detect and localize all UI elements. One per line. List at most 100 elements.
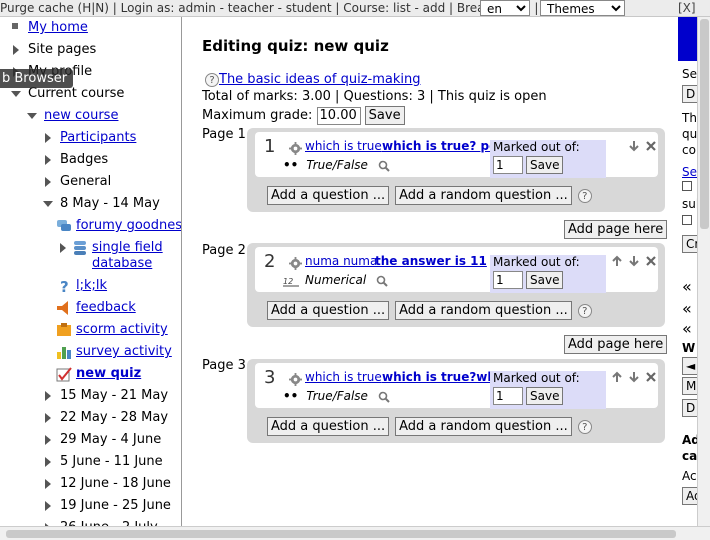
add-question-button[interactable]: Add a question ... [267,186,390,205]
help-icon[interactable]: ? [577,188,592,203]
help-icon[interactable]: ? [577,419,592,434]
nav-week-label: 15 May - 21 May [60,388,169,403]
nav-activity-label[interactable]: feedback [76,297,136,319]
mark-save-button[interactable]: Save [526,271,564,289]
mark-input[interactable] [493,387,523,405]
expand-icon[interactable] [60,243,66,253]
marked-out-label: Marked out of: [493,255,580,269]
nav-week-label: 12 June - 18 June [60,476,171,491]
nav-site-pages-label: Site pages [28,42,97,57]
add-question-button[interactable]: Add a question ... [267,301,390,320]
block-fragment[interactable]: « [682,299,692,318]
block-fragment[interactable]: « [682,319,692,338]
nav-week-label: 8 May - 14 May [60,196,160,211]
max-grade-input[interactable] [316,106,361,125]
question-type-label: True/False [306,158,368,172]
nav-my-home-link[interactable]: My home [28,17,88,39]
expand-icon[interactable] [45,479,51,489]
nav-activity-label[interactable]: forumy goodness [76,215,181,237]
top-admin-bar: Purge cache (H|N) | Login as: admin - te… [0,0,710,17]
help-icon[interactable]: ? [205,72,219,87]
gear-icon[interactable] [289,257,302,270]
nav-activity-label[interactable]: survey activity [76,341,172,363]
expand-icon[interactable] [45,155,51,165]
move-down-icon[interactable] [628,371,640,383]
move-down-icon[interactable] [628,140,640,152]
mark-input[interactable] [493,156,523,174]
nav-course-link[interactable]: new course [44,105,118,127]
delete-icon[interactable] [645,140,657,152]
page-label: Page 2 [202,243,246,258]
expand-icon[interactable] [45,457,51,467]
nav-activity-label[interactable]: l;k;lk [76,275,107,297]
expand-icon[interactable] [13,45,19,55]
add-page-button[interactable]: Add page here [564,335,668,354]
main-content: Editing quiz: new quiz ? The basic ideas … [183,17,677,526]
question-slot: 3 which is true which is true?whatlaMa •… [255,363,658,409]
move-up-icon[interactable] [611,371,623,383]
expand-icon[interactable] [45,501,51,511]
add-random-question-button[interactable]: Add a random question ... [395,417,572,436]
nav-week-label: 29 May - 4 June [60,432,162,447]
scrollbar-thumb[interactable] [700,19,709,229]
expand-icon[interactable] [45,391,51,401]
nav-participants-link[interactable]: Participants [60,127,136,149]
scrollbar-thumb[interactable] [6,530,676,538]
admin-links[interactable]: Purge cache (H|N) | Login as: admin - te… [0,0,538,16]
question-type: •• True/False [283,156,390,174]
language-select[interactable]: en [480,0,530,16]
preview-icon[interactable] [378,160,390,172]
add-random-question-button[interactable]: Add a random question ... [395,301,572,320]
marked-out-of: Marked out of: Save [490,140,606,178]
forum-icon [57,220,71,231]
quiz-page: 1 which is true which is true? pdfs •• Tr… [247,128,665,212]
mark-input[interactable] [493,271,523,289]
survey-icon [57,347,71,359]
nav-activity-label[interactable]: single field database [92,237,181,272]
question-text-link[interactable]: the answer is 11 [375,254,487,268]
nav-week-label: 22 May - 28 May [60,410,169,425]
expand-icon[interactable] [45,413,51,423]
theme-select[interactable]: Themes [540,0,625,16]
horizontal-scrollbar[interactable] [0,526,710,540]
checkbox[interactable] [682,215,692,225]
expand-icon[interactable] [45,177,51,187]
slot-number: 1 [264,136,276,157]
gear-icon[interactable] [289,142,302,155]
move-down-icon[interactable] [628,255,640,267]
gear-icon[interactable] [289,373,302,386]
question-name-link[interactable]: numa numa [305,254,377,268]
help-icon[interactable]: ? [577,303,592,318]
mark-save-button[interactable]: Save [526,387,564,405]
close-bar-button[interactable]: [X] [678,0,696,16]
add-random-question-button[interactable]: Add a random question ... [395,186,572,205]
preview-icon[interactable] [376,275,388,287]
question-icon: ? [60,278,69,294]
delete-icon[interactable] [645,255,657,267]
collapse-icon[interactable] [27,113,37,119]
svg-text:12: 12 [283,277,293,286]
basic-ideas[interactable]: ? The basic ideas of quiz-making [205,72,420,87]
mark-save-button[interactable]: Save [526,156,564,174]
preview-icon[interactable] [378,391,390,403]
nav-week-label: 26 June - 2 July [60,517,158,526]
max-grade-save-button[interactable]: Save [364,106,405,125]
question-name-link[interactable]: which is true [305,370,382,384]
add-question-button[interactable]: Add a question ... [267,417,390,436]
collapse-icon[interactable] [11,91,21,97]
vertical-scrollbar[interactable] [697,17,710,526]
expand-icon[interactable] [45,133,51,143]
slot-number: 2 [264,251,276,272]
block-fragment: Se [682,67,697,81]
nav-activity-label[interactable]: scorm activity [76,319,168,341]
move-up-icon[interactable] [611,255,623,267]
basic-ideas-link[interactable]: The basic ideas of quiz-making [219,72,420,87]
nav-activity-label[interactable]: new quiz [76,363,141,385]
add-page-button[interactable]: Add page here [564,220,668,239]
expand-icon[interactable] [45,435,51,445]
collapse-icon[interactable] [43,201,53,207]
question-name-link[interactable]: which is true [305,139,382,153]
block-fragment[interactable]: « [682,277,692,296]
delete-icon[interactable] [645,371,657,383]
checkbox[interactable] [682,181,692,191]
